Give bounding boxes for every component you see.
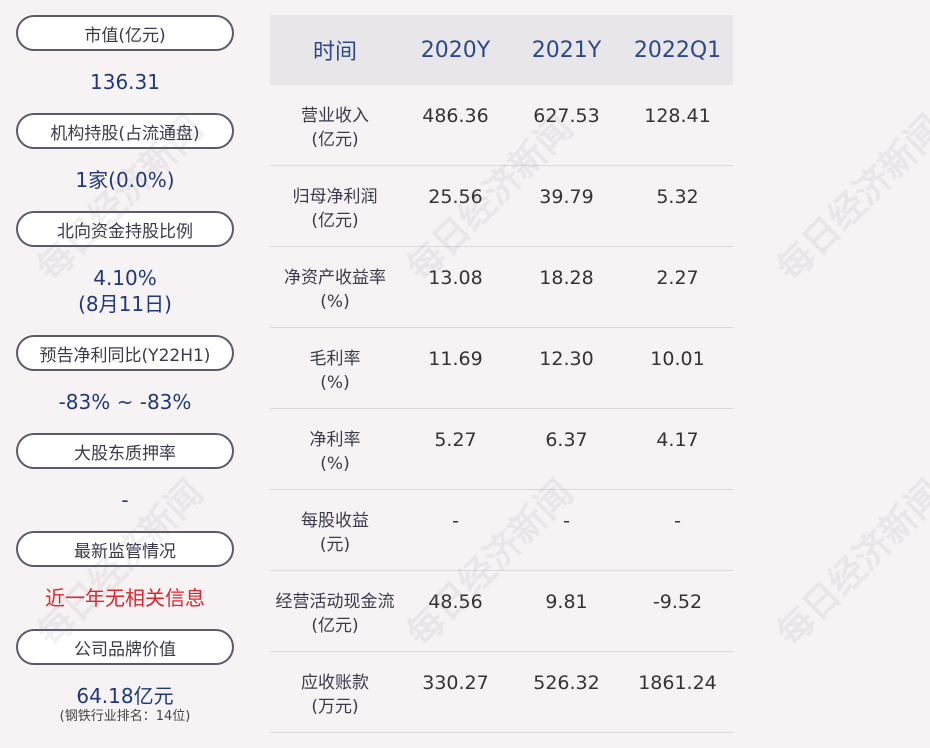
row-value: 48.56 [428,591,483,613]
pledge-ratio-label: 大股东质押率 [16,433,234,469]
row-label-name: 净利率 [309,430,361,450]
brand-value-amount: 64.18亿元 [76,684,174,708]
table-row: 经营活动现金流 (亿元) 48.56 9.81 -9.52 [270,571,733,652]
table-header: 时间 2020Y 2021Y 2022Q1 [270,15,733,85]
row-value: 526.32 [533,672,600,694]
financial-table: 时间 2020Y 2021Y 2022Q1 营业收入 (亿元) 486.36 627.… [270,15,733,733]
row-value: 9.81 [545,591,588,613]
institution-holding-value: 1家(0.0%) [75,168,175,192]
row-value: 627.53 [533,105,600,127]
row-label-unit: (亿元) [311,130,359,150]
summary-panel: 市值(亿元) 136.31 机构持股(占流通盘) 1家(0.0%) 北向资金持股… [0,0,250,748]
row-value: 2.27 [656,267,699,289]
row-label-unit: (元) [319,535,351,555]
institution-holding-label: 机构持股(占流通盘) [16,113,234,149]
northbound-ratio-value: 4.10% [93,266,157,290]
table-row: 净利率 (%) 5.27 6.37 4.17 [270,409,733,490]
row-label: 净利率 (%) [270,409,400,476]
row-label-unit: (%) [320,454,350,474]
table-row: 营业收入 (亿元) 486.36 627.53 128.41 [270,85,733,166]
row-value: 330.27 [422,672,489,694]
row-label: 应收账款 (万元) [270,652,400,719]
row-value: 5.32 [656,186,699,208]
row-value: 12.30 [539,348,594,370]
table-row: 应收账款 (万元) 330.27 526.32 1861.24 [270,652,733,733]
table-row: 毛利率 (%) 11.69 12.30 10.01 [270,328,733,409]
row-label-name: 应收账款 [301,673,369,693]
row-value: 486.36 [422,105,489,127]
northbound-ratio-label: 北向资金持股比例 [16,211,234,247]
row-label-unit: (亿元) [311,211,359,231]
row-value: 5.27 [434,429,477,451]
northbound-ratio-date: (8月11日) [78,292,172,316]
regulation-value: 近一年无相关信息 [45,586,205,610]
row-label-unit: (万元) [311,697,359,717]
row-value: 128.41 [644,105,711,127]
row-value: - [563,510,570,532]
row-label-name: 净资产收益率 [284,268,386,288]
row-label: 毛利率 (%) [270,328,400,395]
market-cap-label: 市值(亿元) [16,15,234,51]
row-label-unit: (%) [320,292,350,312]
row-label-unit: (亿元) [311,616,359,636]
brand-value-label: 公司品牌价值 [16,629,234,665]
row-label-name: 经营活动现金流 [275,592,395,612]
row-value: -9.52 [652,591,703,613]
row-value: 13.08 [428,267,483,289]
row-label-name: 每股收益 [301,511,369,531]
row-value: 6.37 [545,429,588,451]
row-label: 净资产收益率 (%) [270,247,400,314]
row-label-name: 营业收入 [301,106,369,126]
row-value: 1861.24 [638,672,717,694]
profit-forecast-label: 预告净利同比(Y22H1) [16,335,234,371]
row-label: 经营活动现金流 (亿元) [270,571,400,638]
row-label: 营业收入 (亿元) [270,85,400,152]
brand-value-value: 64.18亿元 (钢铁行业排名：14位) [0,683,250,725]
table-row: 每股收益 (元) - - - [270,490,733,571]
row-value: 11.69 [428,348,483,370]
table-row: 净资产收益率 (%) 13.08 18.28 2.27 [270,247,733,328]
row-label: 每股收益 (元) [270,490,400,557]
header-time: 时间 [312,40,357,65]
row-value: 39.79 [539,186,594,208]
row-label-unit: (%) [320,373,350,393]
market-cap-value: 136.31 [90,70,160,94]
brand-value-rank: (钢铁行业排名：14位) [59,709,191,724]
watermark: 每日经济新闻 [769,107,930,290]
row-value: 18.28 [539,267,594,289]
row-label: 归母净利润 (亿元) [270,166,400,233]
row-value: - [674,510,681,532]
row-value: - [452,510,459,532]
profit-forecast-value: -83% ~ -83% [58,390,192,414]
row-label-name: 归母净利润 [292,187,378,207]
row-value: 25.56 [428,186,483,208]
watermark: 每日经济新闻 [769,472,930,655]
row-label-name: 毛利率 [309,349,361,369]
pledge-ratio-value: - [121,488,129,512]
header-2020y: 2020Y [420,37,491,63]
regulation-label: 最新监管情况 [16,531,234,567]
row-value: 4.17 [656,429,699,451]
table-row: 归母净利润 (亿元) 25.56 39.79 5.32 [270,166,733,247]
row-value: 10.01 [650,348,705,370]
header-2022q1: 2022Q1 [633,37,722,63]
header-2021y: 2021Y [531,37,602,63]
